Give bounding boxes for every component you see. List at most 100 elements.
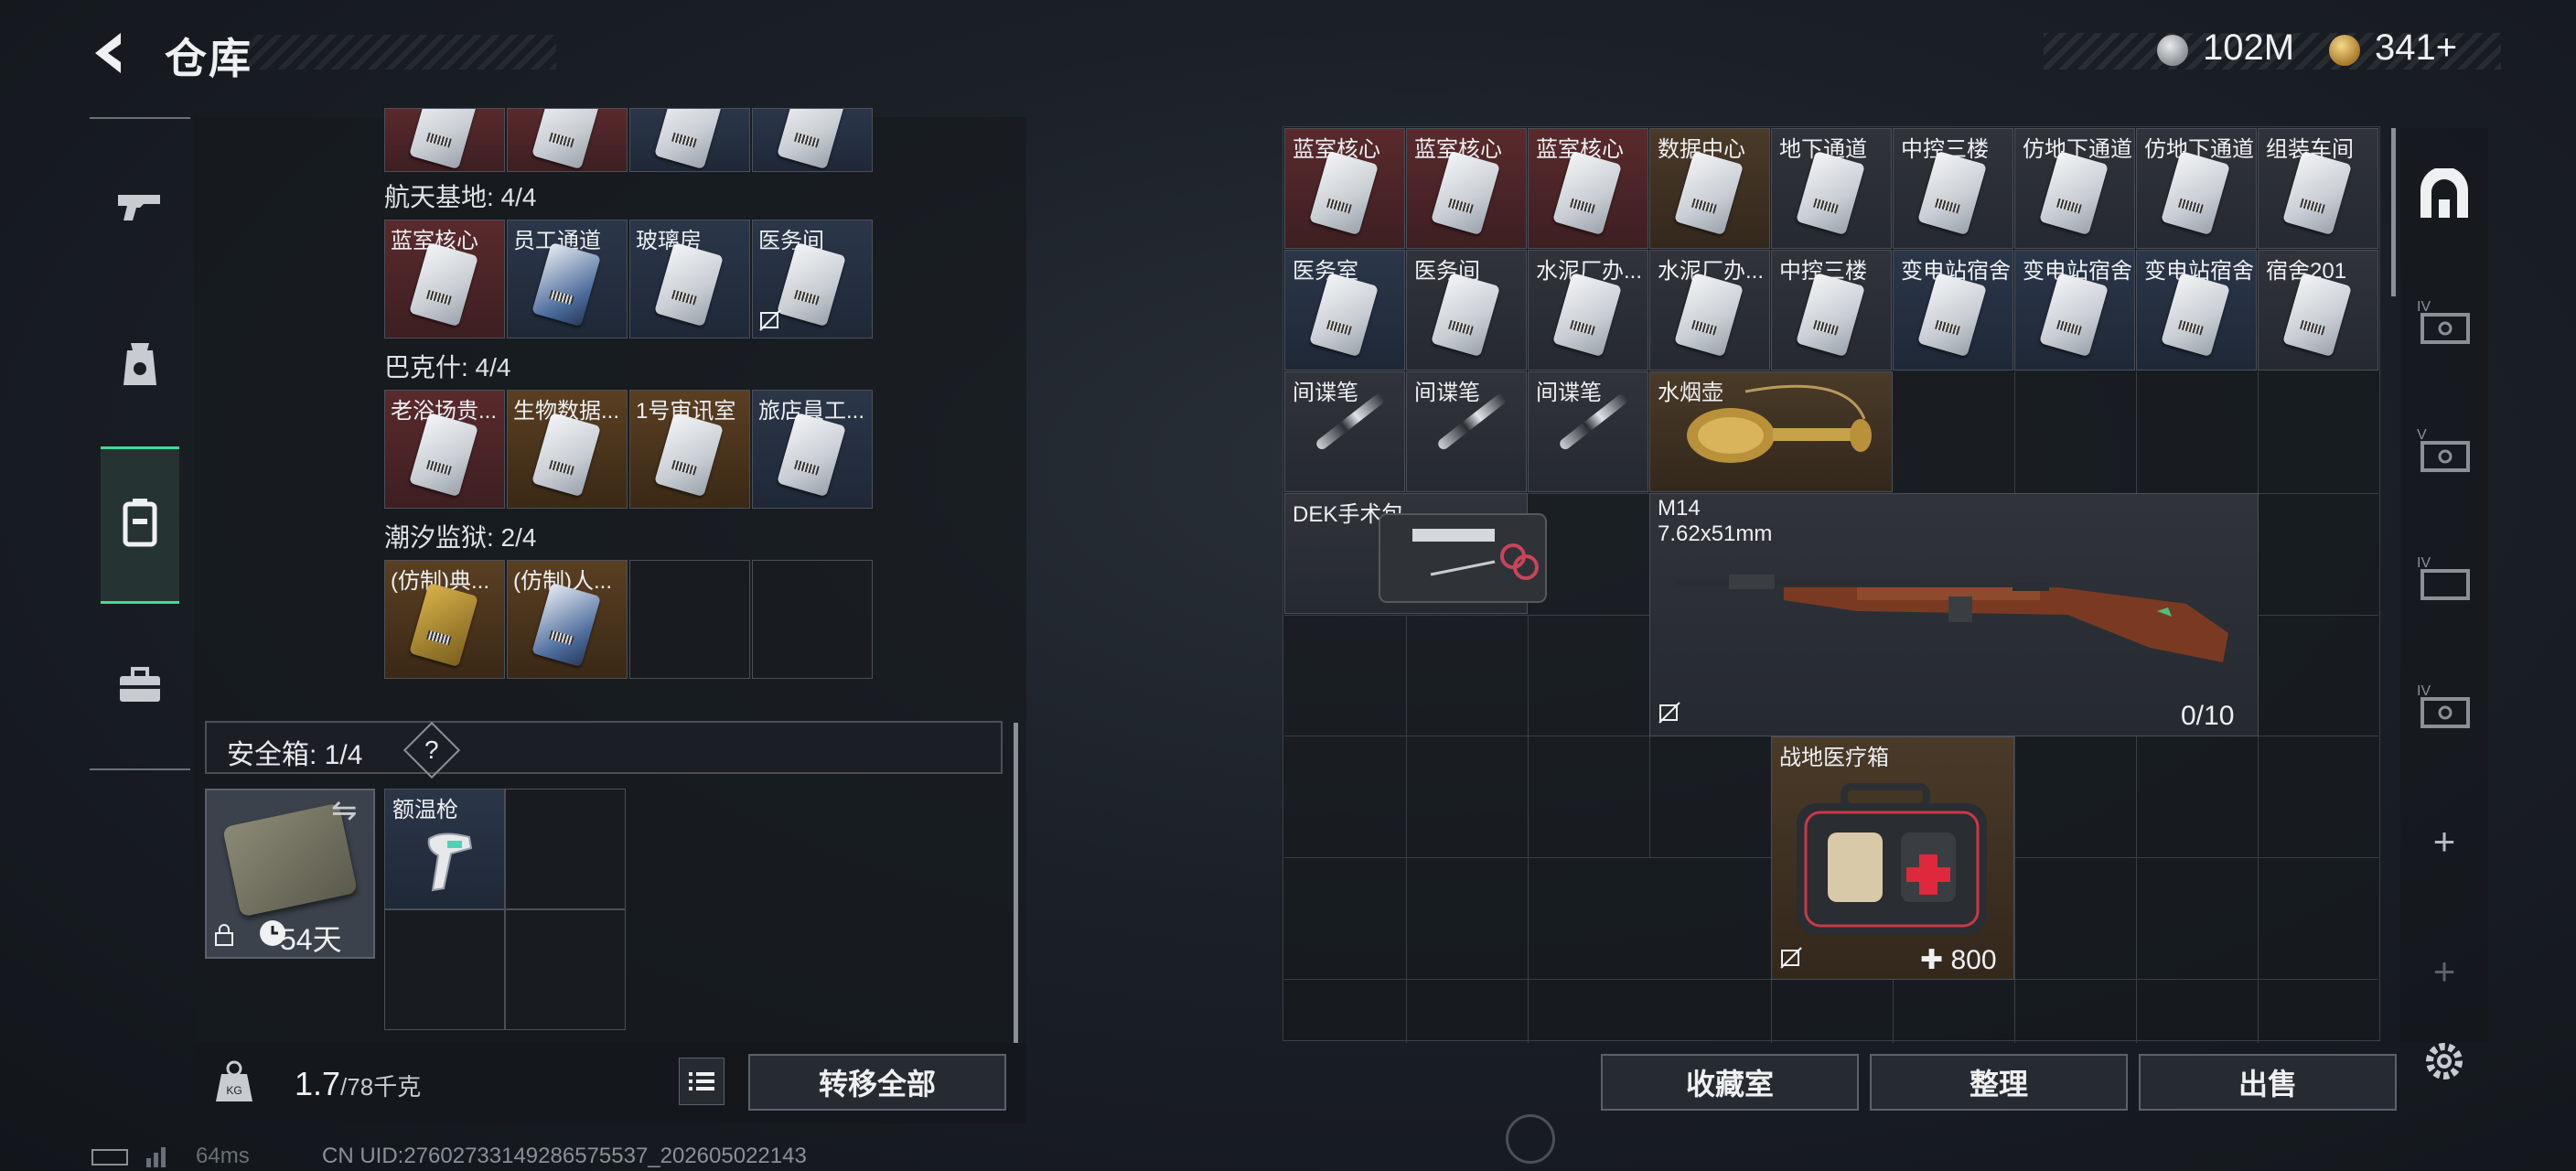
item-cell[interactable]: 员工通道 [507, 220, 628, 338]
item-cell[interactable]: 老浴场贵... [384, 390, 505, 509]
keycard-icon [1796, 150, 1865, 236]
section-grid: 老浴场贵... 生物数据... 1号审讯室 旅店員工... [384, 390, 875, 509]
item-cell[interactable]: 生物数据... [507, 390, 628, 509]
item-spy-pen[interactable]: 间谍笔 [1406, 371, 1527, 492]
keycard-icon [1674, 150, 1744, 236]
section-title: 潮汐监狱: 2/4 [384, 523, 537, 552]
item-cell[interactable]: 地下通道 [1771, 128, 1892, 249]
item-cell[interactable]: 组装车间 [2258, 128, 2378, 249]
gun-icon [118, 195, 160, 220]
item-cell[interactable] [752, 108, 873, 172]
sell-button[interactable]: 出售 [2139, 1054, 2397, 1111]
transfer-all-button[interactable]: 转移全部 [748, 1054, 1006, 1111]
item-cell[interactable]: 医务间 [752, 220, 873, 338]
item-cell[interactable]: 蓝室核心 [1284, 128, 1405, 249]
empty-slot[interactable] [629, 560, 750, 679]
keycard-icon [531, 242, 601, 328]
section-title: 航天基地: 4/4 [384, 183, 537, 211]
swap-icon[interactable]: ⇋ [331, 792, 358, 829]
item-cell[interactable]: (仿制)人... [507, 560, 628, 679]
gear-icon[interactable] [2419, 1036, 2470, 1087]
item-spy-pen[interactable]: 间谍笔 [1528, 371, 1648, 492]
keycard-icon [2282, 150, 2352, 236]
keycard-icon [2039, 272, 2109, 358]
storage-box-icon: V [2417, 427, 2470, 472]
warehouse-icon [2420, 168, 2468, 218]
section-title: 巴克什: 4/4 [384, 353, 511, 381]
item-cell[interactable]: 玻璃房 [629, 220, 750, 338]
backpack-icon [123, 499, 157, 547]
sort-button[interactable]: 整理 [1870, 1054, 2128, 1111]
tab-case[interactable] [101, 646, 179, 725]
item-cell[interactable] [384, 108, 505, 172]
item-cell[interactable]: 蓝室核心 [1528, 128, 1648, 249]
gold-currency[interactable]: 341+ [2375, 27, 2457, 69]
weight-icon: KG [216, 1060, 252, 1101]
keycard-icon [654, 412, 724, 498]
item-cell[interactable]: 仿地下通道 [2014, 128, 2135, 249]
tab-storage-iv[interactable]: IV [2408, 285, 2481, 359]
tab-storage-v[interactable]: V [2408, 414, 2481, 487]
item-cell[interactable]: (仿制)典... [384, 560, 505, 679]
scrollbar[interactable] [1014, 723, 1018, 1043]
item-cell[interactable]: 数据中心 [1649, 128, 1770, 249]
item-cell[interactable]: 变电站宿舍 [1893, 250, 2013, 371]
keycard-icon [1431, 150, 1500, 236]
item-cell[interactable]: 水泥厂办... [1528, 250, 1648, 371]
keycard-icon [531, 412, 601, 498]
tab-storage-iv-2[interactable]: IV [2408, 542, 2481, 615]
section-grid: (仿制)典... (仿制)人... [384, 560, 875, 679]
empty-slot[interactable] [752, 560, 873, 679]
keycard-icon [409, 412, 478, 498]
keycard-icon [1309, 272, 1379, 358]
item-cell[interactable]: 蓝室核心 [1406, 128, 1527, 249]
item-cell[interactable]: 1号审讯室 [629, 390, 750, 509]
silver-currency: 102M [2203, 27, 2295, 68]
storage-box-icon: IV [2417, 299, 2470, 344]
sidebar-divider [90, 117, 190, 119]
back-icon[interactable] [84, 27, 135, 79]
item-cell[interactable]: 宿舍201 [2258, 250, 2378, 371]
item-cell[interactable]: 水泥厂办... [1649, 250, 1770, 371]
svg-text:KG: KG [226, 1084, 242, 1097]
svg-text:IV: IV [2417, 299, 2431, 315]
list-view-button[interactable] [679, 1058, 724, 1105]
item-cell[interactable]: 医务室 [1284, 250, 1405, 371]
item-cell[interactable] [507, 108, 628, 172]
section-grid: 蓝室核心 员工通道 玻璃房 医务间 [384, 220, 875, 338]
item-cell[interactable]: 变电站宿舍 [2136, 250, 2257, 371]
item-cell[interactable] [629, 108, 750, 172]
keycard-icon [2161, 150, 2230, 236]
empty-slot[interactable] [505, 789, 626, 909]
item-cell[interactable]: 中控三楼 [1771, 250, 1892, 371]
empty-slot[interactable] [384, 909, 505, 1030]
item-cell[interactable]: 蓝室核心 [384, 220, 505, 338]
add-storage-button[interactable]: + [2408, 805, 2481, 878]
no-trade-icon [1658, 702, 1680, 724]
tab-weapon[interactable] [101, 167, 179, 245]
empty-slot[interactable] [505, 909, 626, 1030]
scrollbar[interactable] [2391, 128, 2396, 296]
tab-storage-home[interactable] [2408, 157, 2481, 231]
tab-storage-iv-3[interactable]: IV [2408, 670, 2481, 743]
m14-rifle-icon [1674, 575, 2228, 662]
item-cell[interactable]: 中控三楼 [1893, 128, 2013, 249]
no-trade-icon [1780, 947, 1802, 969]
signal-icon [146, 1147, 166, 1167]
collection-room-button[interactable]: 收藏室 [1601, 1054, 1859, 1111]
keycard-icon [531, 582, 601, 668]
tab-armor[interactable] [101, 326, 179, 404]
item-cell[interactable]: 医务间 [1406, 250, 1527, 371]
item-cell[interactable]: 仿地下通道 [2136, 128, 2257, 249]
add-storage-button-disabled[interactable]: + [2408, 935, 2481, 1008]
item-cell[interactable]: 旅店員工... [752, 390, 873, 509]
tab-backpack-active[interactable] [101, 446, 179, 604]
keycard-icon [2282, 272, 2352, 358]
first-aid-kit-icon [1797, 783, 1987, 935]
item-spy-pen[interactable]: 间谍笔 [1284, 371, 1405, 492]
svg-text:IV: IV [2417, 555, 2431, 571]
item-cell[interactable]: 额温枪 [384, 789, 505, 909]
item-cell[interactable]: 变电站宿舍 [2014, 250, 2135, 371]
keycard-icon [1431, 272, 1500, 358]
thermometer-gun-icon [427, 833, 473, 892]
